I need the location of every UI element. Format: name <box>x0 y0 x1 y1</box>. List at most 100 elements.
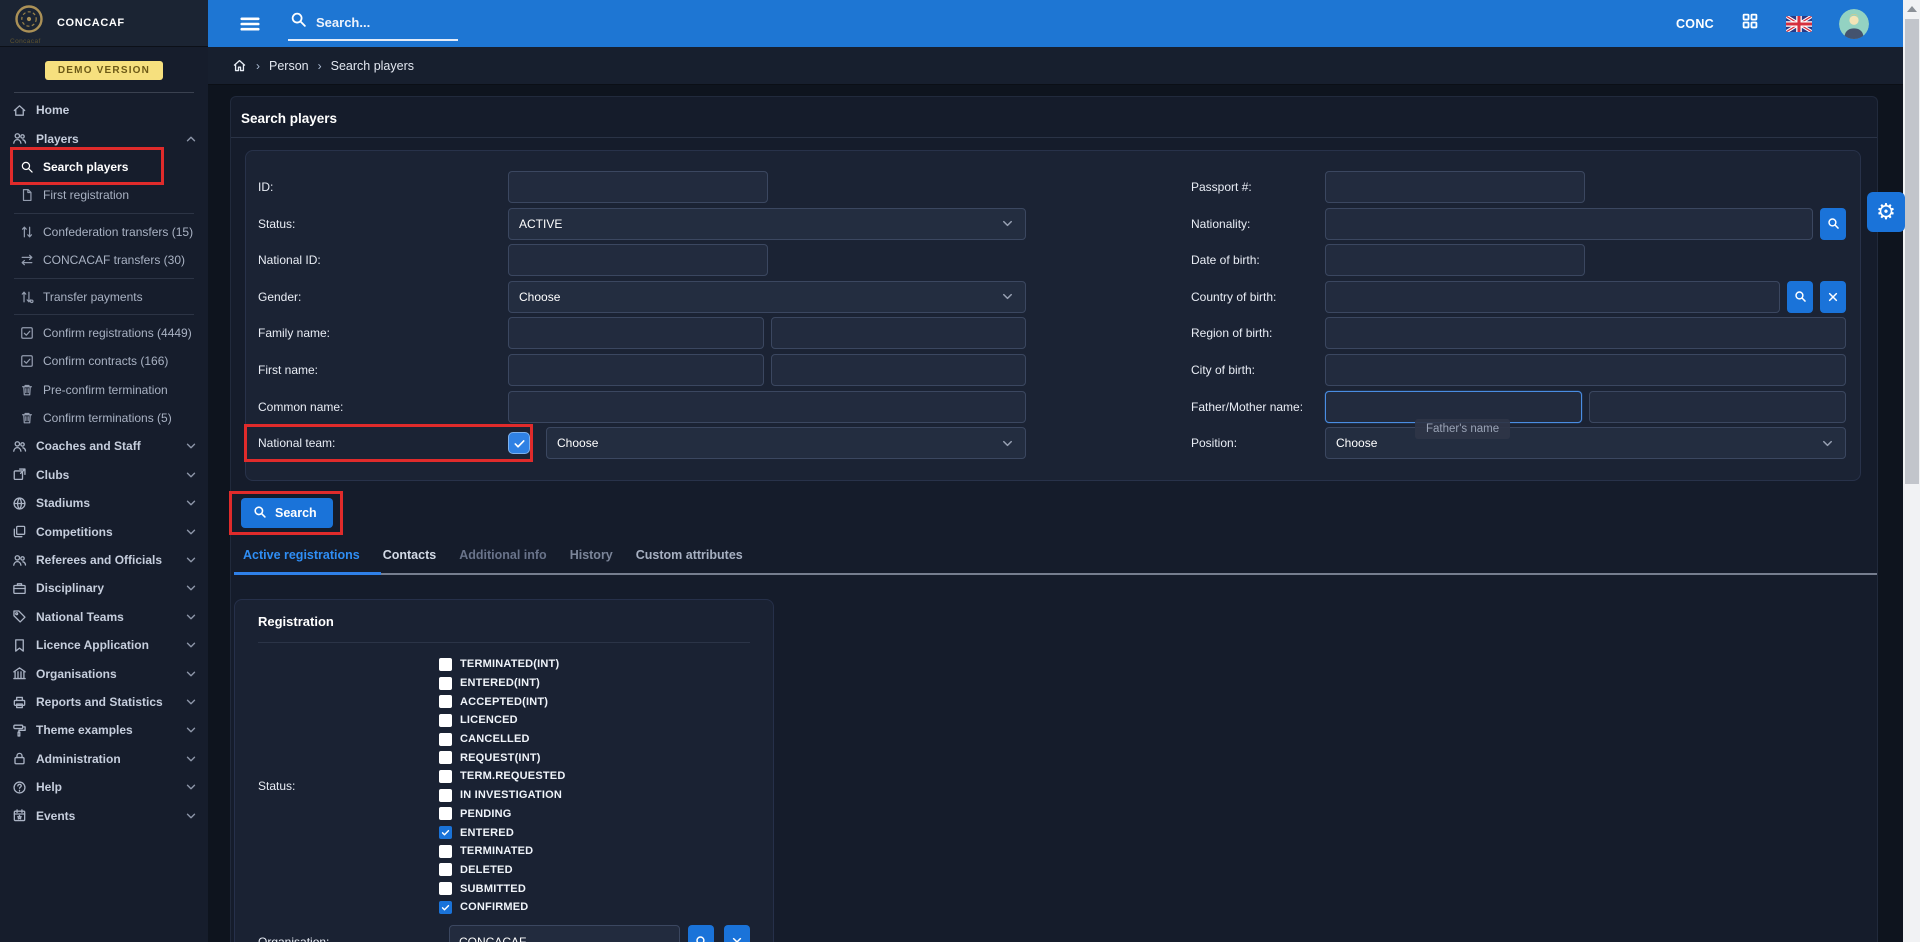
sidebar-item-search-players[interactable]: Search players <box>0 153 208 181</box>
family-name-input-2[interactable] <box>771 317 1027 349</box>
uk-flag-icon[interactable] <box>1786 16 1812 32</box>
unchecked-checkbox[interactable] <box>439 751 452 764</box>
tab-active-registrations[interactable]: Active registrations <box>243 548 360 562</box>
sidebar-item-first-registration[interactable]: First registration <box>0 181 208 209</box>
gender-select[interactable]: Choose <box>508 281 1026 313</box>
status-option-submitted[interactable]: SUBMITTED <box>439 879 750 898</box>
hamburger-menu-icon[interactable] <box>237 13 263 35</box>
organisation-input[interactable] <box>449 925 680 942</box>
country-of-birth-search-button[interactable] <box>1787 281 1813 313</box>
sidebar-item-concacaf-transfers-30[interactable]: CONCACAF transfers (30) <box>0 246 208 274</box>
status-option-term-requested[interactable]: TERM.REQUESTED <box>439 767 750 786</box>
passport-input[interactable] <box>1325 171 1585 203</box>
city-of-birth-input[interactable] <box>1325 354 1846 386</box>
unchecked-checkbox[interactable] <box>439 845 452 858</box>
unchecked-checkbox[interactable] <box>439 677 452 690</box>
tab-contacts[interactable]: Contacts <box>383 548 436 562</box>
sidebar-item-administration[interactable]: Administration <box>0 745 208 773</box>
unchecked-checkbox[interactable] <box>439 714 452 727</box>
unchecked-checkbox[interactable] <box>439 658 452 671</box>
common-name-input[interactable] <box>508 391 1026 423</box>
unchecked-checkbox[interactable] <box>439 882 452 895</box>
national-id-input[interactable] <box>508 244 768 276</box>
nationality-search-button[interactable] <box>1820 208 1846 240</box>
status-option-entered[interactable]: ENTERED <box>439 823 750 842</box>
position-select[interactable]: Choose <box>1325 427 1846 459</box>
organisation-search-button[interactable] <box>688 925 714 942</box>
search-input[interactable] <box>316 15 441 30</box>
status-select[interactable]: ACTIVE <box>508 208 1026 240</box>
sidebar-item-disciplinary[interactable]: Disciplinary <box>0 574 208 602</box>
tab-additional-info[interactable]: Additional info <box>459 548 546 562</box>
date-of-birth-input[interactable] <box>1325 244 1585 276</box>
region-of-birth-input[interactable] <box>1325 317 1846 349</box>
sidebar-item-theme-examples[interactable]: Theme examples <box>0 716 208 744</box>
sidebar-item-confederation-transfers-15[interactable]: Confederation transfers (15) <box>0 218 208 246</box>
status-option-in-investigation[interactable]: IN INVESTIGATION <box>439 786 750 805</box>
tab-custom-attributes[interactable]: Custom attributes <box>636 548 743 562</box>
status-option-terminated-int[interactable]: TERMINATED(INT) <box>439 655 750 674</box>
sidebar-item-confirm-registrations-4449[interactable]: Confirm registrations (4449) <box>0 319 208 347</box>
status-option-deleted[interactable]: DELETED <box>439 861 750 880</box>
national-team-select[interactable]: Choose <box>546 427 1026 459</box>
unchecked-checkbox[interactable] <box>439 770 452 783</box>
breadcrumb-search-players[interactable]: Search players <box>331 59 414 73</box>
sidebar-item-referees-and-officials[interactable]: Referees and Officials <box>0 546 208 574</box>
sidebar-item-confirm-contracts-166[interactable]: Confirm contracts (166) <box>0 347 208 375</box>
sidebar-item-help[interactable]: Help <box>0 773 208 801</box>
search-button[interactable]: Search <box>241 498 333 528</box>
sidebar-item-confirm-terminations-5[interactable]: Confirm terminations (5) <box>0 404 208 432</box>
nationality-input[interactable] <box>1325 208 1813 240</box>
user-avatar[interactable] <box>1839 9 1869 39</box>
scrollbar-up-arrow-icon[interactable] <box>1907 6 1917 12</box>
sidebar-item-pre-confirm-termination[interactable]: Pre-confirm termination <box>0 376 208 404</box>
tab-history[interactable]: History <box>570 548 613 562</box>
unchecked-checkbox[interactable] <box>439 789 452 802</box>
page-scrollbar[interactable] <box>1903 0 1920 942</box>
sidebar-item-stadiums[interactable]: Stadiums <box>0 489 208 517</box>
checked-checkbox[interactable] <box>439 901 452 914</box>
family-name-input-1[interactable] <box>508 317 764 349</box>
status-option-licenced[interactable]: LICENCED <box>439 711 750 730</box>
settings-fab[interactable]: ⚙ <box>1867 192 1905 232</box>
apps-grid-icon[interactable] <box>1741 12 1759 35</box>
country-of-birth-clear-button[interactable] <box>1820 281 1846 313</box>
unchecked-checkbox[interactable] <box>439 733 452 746</box>
status-option-accepted-int[interactable]: ACCEPTED(INT) <box>439 692 750 711</box>
scrollbar-thumb[interactable] <box>1905 19 1919 484</box>
sidebar-item-events[interactable]: Events <box>0 801 208 829</box>
sidebar-item-home[interactable]: Home <box>0 96 208 124</box>
users-icon <box>12 553 27 568</box>
status-option-confirmed[interactable]: CONFIRMED <box>439 898 750 917</box>
home-icon[interactable] <box>232 58 247 73</box>
sidebar-item-national-teams[interactable]: National Teams <box>0 603 208 631</box>
unchecked-checkbox[interactable] <box>439 863 452 876</box>
unchecked-checkbox[interactable] <box>439 695 452 708</box>
status-option-entered-int[interactable]: ENTERED(INT) <box>439 674 750 693</box>
country-of-birth-input[interactable] <box>1325 281 1780 313</box>
sidebar-item-players[interactable]: Players <box>0 124 208 152</box>
status-option-pending[interactable]: PENDING <box>439 805 750 824</box>
sidebar-item-licence-application[interactable]: Licence Application <box>0 631 208 659</box>
father-mother-name-input-2[interactable] <box>1589 391 1846 423</box>
status-option-request-int[interactable]: REQUEST(INT) <box>439 748 750 767</box>
id-input[interactable] <box>508 171 768 203</box>
sidebar-item-competitions[interactable]: Competitions <box>0 517 208 545</box>
sidebar-item-transfer-payments[interactable]: Transfer payments <box>0 282 208 310</box>
sidebar-item-reports-and-statistics[interactable]: Reports and Statistics <box>0 688 208 716</box>
checked-checkbox[interactable] <box>439 826 452 839</box>
search-icon <box>20 160 34 174</box>
status-option-terminated[interactable]: TERMINATED <box>439 842 750 861</box>
unchecked-checkbox[interactable] <box>439 807 452 820</box>
father-mother-name-input-1[interactable] <box>1325 391 1582 423</box>
sidebar-item-clubs[interactable]: Clubs <box>0 461 208 489</box>
sidebar-item-organisations[interactable]: Organisations <box>0 659 208 687</box>
status-option-cancelled[interactable]: CANCELLED <box>439 730 750 749</box>
first-name-input-2[interactable] <box>771 354 1027 386</box>
first-name-input-1[interactable] <box>508 354 764 386</box>
organisation-clear-button[interactable] <box>724 925 750 942</box>
breadcrumb-person[interactable]: Person <box>269 59 309 73</box>
national-team-checkbox[interactable] <box>508 432 530 454</box>
org-code-button[interactable]: CONC <box>1676 17 1714 31</box>
sidebar-item-coaches-and-staff[interactable]: Coaches and Staff <box>0 432 208 460</box>
